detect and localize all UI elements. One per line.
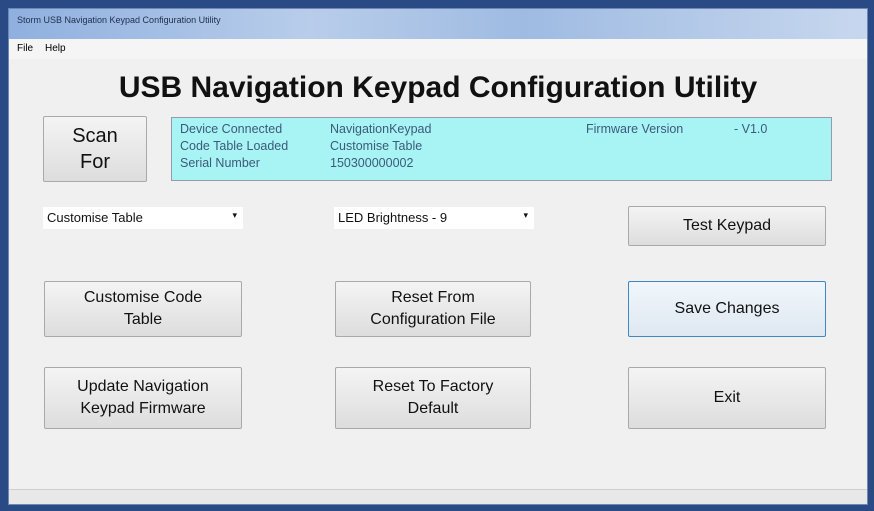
page-title: USB Navigation Keypad Configuration Util…: [118, 71, 758, 104]
firmware-version-label: Firmware Version: [586, 122, 684, 136]
menu-bar: File Help: [9, 39, 867, 59]
scan-for-button[interactable]: Scan For: [43, 116, 147, 182]
led-brightness-dropdown-value: LED Brightness - 9: [338, 210, 448, 225]
exit-button[interactable]: Exit: [628, 367, 826, 429]
code-table-dropdown[interactable]: Customise Table ▾: [43, 207, 243, 229]
title-bar[interactable]: Storm USB Navigation Keypad Configuratio…: [9, 9, 867, 39]
reset-config-button-line1: Reset From: [391, 289, 475, 306]
test-keypad-button[interactable]: Test Keypad: [628, 206, 826, 246]
customise-button-line2: Table: [123, 311, 163, 328]
reset-to-factory-default-button[interactable]: Reset To Factory Default: [335, 367, 531, 429]
serial-number-value: 150300000002: [330, 156, 414, 170]
code-table-value: Customise Table: [330, 139, 423, 153]
update-fw-button-line2: Keypad Firmware: [80, 400, 206, 417]
window-title: Storm USB Navigation Keypad Configuratio…: [17, 15, 221, 25]
reset-from-config-file-button[interactable]: Reset From Configuration File: [335, 281, 531, 337]
customise-button-line1: Customise Code: [83, 289, 203, 306]
chevron-down-icon: ▾: [523, 210, 528, 220]
reset-config-button-line2: Configuration File: [370, 311, 496, 328]
serial-number-label: Serial Number: [180, 156, 260, 170]
customise-code-table-button[interactable]: Customise Code Table: [44, 281, 242, 337]
app-window: Storm USB Navigation Keypad Configuratio…: [8, 8, 868, 505]
device-connected-label: Device Connected: [180, 122, 283, 136]
code-table-dropdown-value: Customise Table: [47, 210, 143, 225]
reset-factory-button-line2: Default: [407, 400, 459, 417]
device-info-panel: Device Connected NavigationKeypad Firmwa…: [171, 117, 832, 181]
scan-button-line1: Scan: [72, 125, 118, 147]
update-fw-button-line1: Update Navigation: [77, 378, 209, 395]
firmware-version-value: - V1.0: [734, 122, 768, 136]
status-bar: [9, 489, 867, 504]
reset-factory-button-line1: Reset To Factory: [372, 378, 494, 395]
menu-file[interactable]: File: [17, 43, 33, 54]
save-changes-button[interactable]: Save Changes: [628, 281, 826, 337]
scan-button-line2: For: [80, 151, 110, 173]
device-connected-value: NavigationKeypad: [330, 122, 432, 136]
update-firmware-button[interactable]: Update Navigation Keypad Firmware: [44, 367, 242, 429]
menu-help[interactable]: Help: [45, 43, 66, 54]
chevron-down-icon: ▾: [232, 210, 237, 220]
led-brightness-dropdown[interactable]: LED Brightness - 9 ▾: [334, 207, 534, 229]
code-table-label: Code Table Loaded: [180, 139, 289, 153]
